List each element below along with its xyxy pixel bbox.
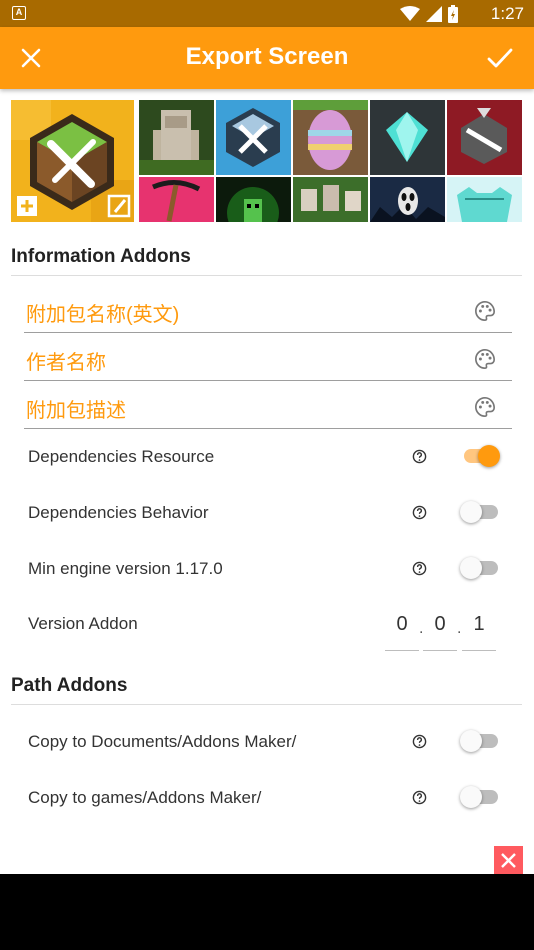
copy-games-label: Copy to games/Addons Maker/ xyxy=(28,788,262,807)
check-icon[interactable] xyxy=(486,45,514,71)
status-bar: A 1:27 xyxy=(0,0,534,27)
close-icon xyxy=(501,853,516,868)
author-name-label: 作者名称 xyxy=(26,352,106,374)
dependencies-resource-label: Dependencies Resource xyxy=(28,447,215,466)
diamond-armor-thumbnail[interactable] xyxy=(447,177,522,222)
divider xyxy=(11,275,522,276)
battery-charging-icon xyxy=(448,5,458,23)
dependencies-behavior-row: Dependencies Behavior xyxy=(28,501,503,525)
palette-icon[interactable] xyxy=(474,348,496,370)
min-engine-version-label: Min engine version 1.17.0 xyxy=(28,559,223,578)
information-section-title: Information Addons xyxy=(11,246,191,267)
iron-golem-thumbnail[interactable] xyxy=(139,100,214,175)
min-engine-version-row: Min engine version 1.17.0 xyxy=(28,557,503,581)
ad-banner xyxy=(0,874,534,950)
palette-icon[interactable] xyxy=(474,396,496,418)
path-section-title: Path Addons xyxy=(11,675,128,696)
wifi-icon xyxy=(400,6,420,21)
copy-documents-label: Copy to Documents/Addons Maker/ xyxy=(28,732,297,751)
dependencies-behavior-toggle[interactable] xyxy=(460,501,500,523)
dependencies-behavior-label: Dependencies Behavior xyxy=(28,503,209,522)
status-time: 1:27 xyxy=(490,4,524,23)
help-icon[interactable] xyxy=(412,449,427,464)
copy-documents-row: Copy to Documents/Addons Maker/ xyxy=(28,730,503,754)
mobs-thumbnail[interactable] xyxy=(293,177,368,222)
pickaxe-thumbnail[interactable] xyxy=(139,177,214,222)
addon-name-field[interactable]: 附加包名称(英文) xyxy=(24,293,512,333)
help-icon[interactable] xyxy=(412,790,427,805)
dependencies-resource-toggle[interactable] xyxy=(460,445,500,467)
cube-ribbon-thumbnail[interactable] xyxy=(447,100,522,175)
dependencies-resource-row: Dependencies Resource xyxy=(28,445,503,469)
ghost-face-thumbnail[interactable] xyxy=(370,177,445,222)
notification-icon: A xyxy=(12,6,26,20)
copy-documents-toggle[interactable] xyxy=(460,730,500,752)
app-logo-image[interactable] xyxy=(11,100,134,222)
texture-thumbnails xyxy=(139,100,522,222)
palette-icon[interactable] xyxy=(474,300,496,322)
diamond-thumbnail[interactable] xyxy=(370,100,445,175)
addon-maker-thumbnail[interactable] xyxy=(216,100,291,175)
addon-name-label: 附加包名称(英文) xyxy=(26,304,180,326)
min-engine-version-toggle[interactable] xyxy=(460,557,500,579)
divider xyxy=(11,704,522,705)
easter-egg-thumbnail[interactable] xyxy=(293,100,368,175)
help-icon[interactable] xyxy=(412,505,427,520)
help-icon[interactable] xyxy=(412,561,427,576)
page-title: Export Screen xyxy=(185,43,349,70)
author-name-field[interactable]: 作者名称 xyxy=(24,341,512,381)
copy-games-toggle[interactable] xyxy=(460,786,500,808)
signal-icon xyxy=(426,6,442,22)
version-separator: . xyxy=(457,620,462,637)
addon-description-label: 附加包描述 xyxy=(26,400,126,422)
help-icon[interactable] xyxy=(412,734,427,749)
version-addon-label: Version Addon xyxy=(28,614,138,633)
ad-close-button[interactable] xyxy=(494,846,523,875)
copy-games-row: Copy to games/Addons Maker/ xyxy=(28,786,503,810)
app-bar: Export Screen xyxy=(0,27,534,89)
creeper-thumbnail[interactable] xyxy=(216,177,291,222)
version-major-input[interactable]: 0 xyxy=(385,603,419,651)
version-patch-input[interactable]: 1 xyxy=(462,603,496,651)
version-minor-input[interactable]: 0 xyxy=(423,603,457,651)
addon-description-field[interactable]: 附加包描述 xyxy=(24,389,512,429)
